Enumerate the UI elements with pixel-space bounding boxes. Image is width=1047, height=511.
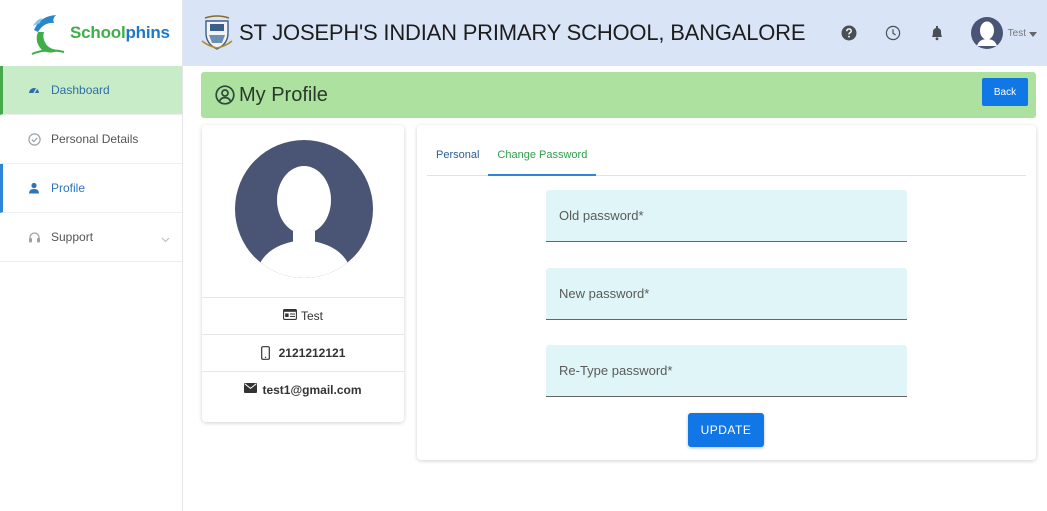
headset-icon (26, 231, 42, 244)
chevron-down-icon[interactable] (1029, 24, 1037, 42)
sidebar-item-personal-details[interactable]: Personal Details (0, 115, 182, 164)
profile-phone: 2121212121 (278, 346, 346, 360)
mobile-phone-icon (260, 346, 275, 360)
brand-name: Schoolphins (70, 23, 170, 42)
sidebar-item-profile[interactable]: Profile (0, 164, 182, 213)
header-actions: Test (839, 0, 1037, 66)
tab-change-password[interactable]: Change Password (488, 139, 597, 176)
top-header: ST JOSEPH'S INDIAN PRIMARY SCHOOL, BANGA… (183, 0, 1047, 66)
profile-name-row: Test (202, 297, 404, 334)
back-button[interactable]: Back (982, 78, 1028, 106)
profile-avatar-icon (235, 140, 373, 278)
page-title: My Profile (239, 83, 328, 106)
change-password-card: Personal Change Password UPDATE (417, 125, 1036, 460)
sidebar-item-dashboard[interactable]: Dashboard (0, 66, 182, 115)
sidebar-item-support[interactable]: Support (0, 213, 182, 262)
sidebar-item-label: Profile (51, 181, 86, 195)
new-password-field (546, 268, 907, 320)
sidebar-item-label: Personal Details (51, 132, 139, 146)
retype-password-input[interactable] (546, 345, 907, 396)
user-icon (26, 182, 42, 194)
profile-email: test1@gmail.com (262, 383, 362, 397)
dolphin-logo-icon (31, 15, 65, 55)
user-circle-icon (215, 85, 235, 105)
profile-card: Test 2121212121 test1@gmail.com (202, 125, 404, 422)
old-password-input[interactable] (546, 190, 907, 241)
id-card-icon (283, 309, 297, 323)
logo[interactable]: Schoolphins (0, 0, 182, 66)
retype-password-field (546, 345, 907, 397)
user-avatar-icon[interactable] (970, 17, 1003, 49)
profile-name: Test (300, 309, 323, 323)
sidebar-item-label: Dashboard (51, 83, 110, 97)
old-password-field (546, 190, 907, 242)
profile-tabs: Personal Change Password (427, 139, 1026, 176)
tab-personal[interactable]: Personal (427, 139, 488, 176)
envelope-icon (244, 383, 258, 397)
school-name: ST JOSEPH'S INDIAN PRIMARY SCHOOL, BANGA… (239, 20, 806, 45)
chevron-down-icon (161, 232, 170, 246)
bell-icon[interactable] (927, 23, 947, 43)
sidebar-item-label: Support (51, 230, 94, 244)
clock-icon[interactable] (883, 23, 903, 43)
help-icon[interactable] (839, 23, 859, 43)
dashboard-icon (26, 84, 42, 96)
update-button[interactable]: UPDATE (688, 413, 764, 447)
check-circle-icon (26, 132, 42, 146)
new-password-input[interactable] (546, 268, 907, 319)
profile-email-row: test1@gmail.com (202, 371, 404, 408)
profile-phone-row: 2121212121 (202, 334, 404, 371)
sidebar: Schoolphins Dashboard Personal Details P… (0, 0, 183, 511)
page-title-bar: My Profile Back (201, 72, 1036, 118)
user-name[interactable]: Test (1008, 28, 1026, 39)
school-crest-icon (201, 15, 233, 50)
